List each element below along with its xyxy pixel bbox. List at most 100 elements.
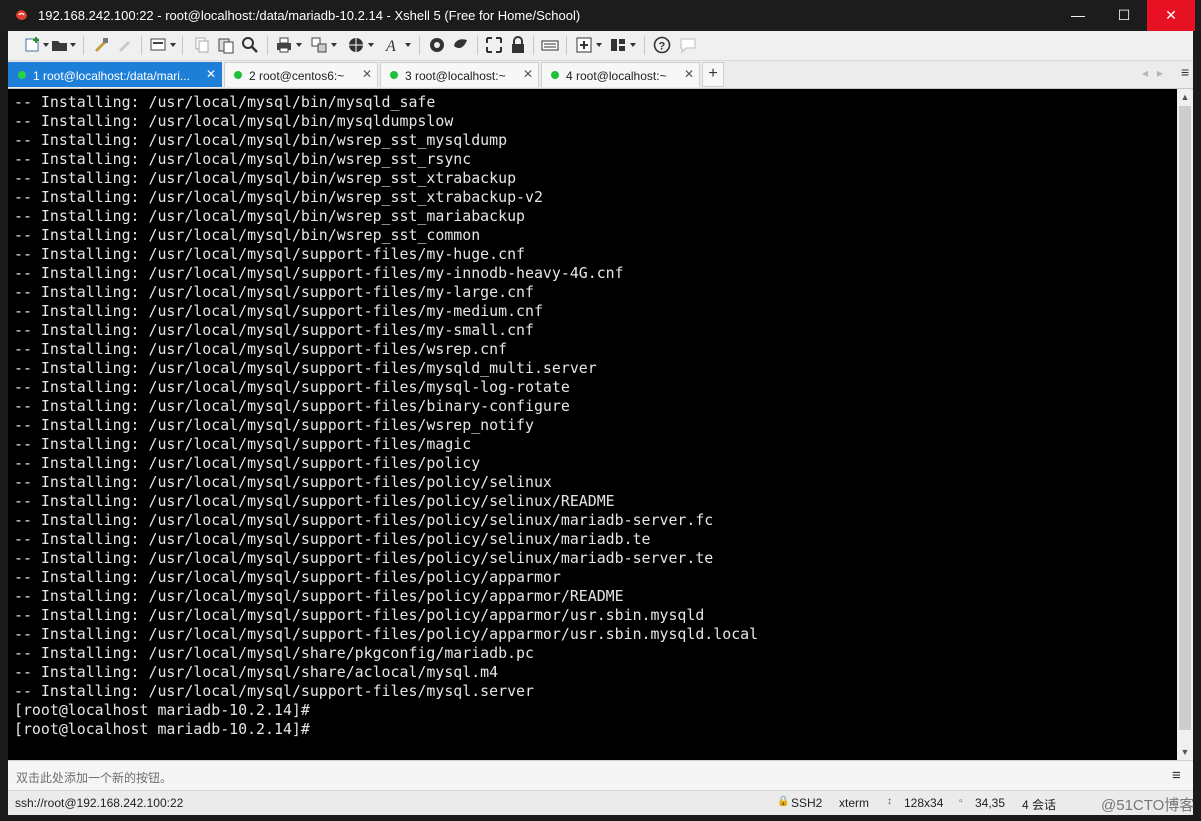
terminal-line: -- Installing: /usr/local/mysql/bin/wsre… (14, 207, 526, 225)
terminal-line: [root@localhost mariadb-10.2.14]# (14, 701, 310, 719)
watermark-text: @51CTO博客 (1101, 797, 1195, 814)
tab-session-2[interactable]: 2 root@centos6:~ ✕ (224, 62, 378, 87)
find-icon[interactable] (241, 36, 259, 54)
chevron-down-icon[interactable] (368, 43, 374, 47)
terminal-line: -- Installing: /usr/local/mysql/support-… (14, 587, 624, 605)
lock-icon[interactable] (509, 36, 527, 54)
tab-label: 3 root@localhost:~ (405, 69, 506, 83)
connection-address: ssh://root@192.168.242.100:22 (15, 796, 184, 810)
help-icon[interactable]: ? (653, 36, 671, 54)
chat-icon[interactable] (679, 36, 697, 54)
quick-command-bar[interactable]: 双击此处添加一个新的按钮。 ≡ (8, 760, 1193, 791)
toolbar-separator (419, 36, 420, 55)
maximize-button[interactable]: ☐ (1101, 0, 1147, 31)
quick-command-menu-icon[interactable]: ≡ (1172, 767, 1181, 784)
tab-next-icon[interactable]: ▸ (1157, 66, 1163, 80)
svg-text:?: ? (659, 41, 666, 53)
toolbar-separator (83, 36, 84, 55)
tab-bar: 1 root@localhost:/data/mari... ✕ 2 root@… (8, 61, 1193, 89)
scroll-up-arrow-icon[interactable]: ▲ (1177, 89, 1193, 105)
transfer-icon[interactable] (310, 36, 328, 54)
tab-session-4[interactable]: 4 root@localhost:~ ✕ (541, 62, 700, 87)
tab-close-icon[interactable]: ✕ (362, 67, 372, 81)
terminal-line: -- Installing: /usr/local/mysql/support-… (14, 606, 705, 624)
minimize-button[interactable]: — (1055, 0, 1101, 31)
connected-status-icon (551, 71, 559, 79)
chevron-down-icon[interactable] (296, 43, 302, 47)
vertical-scrollbar[interactable]: ▲ ▼ (1177, 89, 1193, 760)
terminal-line: -- Installing: /usr/local/mysql/bin/mysq… (14, 112, 454, 130)
tab-close-icon[interactable]: ✕ (684, 67, 694, 81)
resize-icon: ↕ (887, 796, 892, 807)
connected-status-icon (390, 71, 398, 79)
keyboard-icon[interactable] (541, 36, 559, 54)
toolbar-separator (141, 36, 142, 55)
tab-prev-icon[interactable]: ◂ (1142, 66, 1148, 80)
new-tab-button[interactable]: + (702, 62, 724, 87)
terminal-line: -- Installing: /usr/local/mysql/support-… (14, 625, 759, 643)
globe-icon[interactable] (347, 36, 365, 54)
chevron-down-icon[interactable] (331, 43, 337, 47)
title-bar: 192.168.242.100:22 - root@localhost:/dat… (0, 0, 1201, 31)
terminal-line: [root@localhost mariadb-10.2.14]# (14, 720, 310, 738)
chevron-down-icon[interactable] (70, 43, 76, 47)
chevron-down-icon[interactable] (43, 43, 49, 47)
chevron-down-icon[interactable] (630, 43, 636, 47)
scroll-down-arrow-icon[interactable]: ▼ (1177, 744, 1193, 760)
copy-icon[interactable] (193, 36, 211, 54)
layout-icon[interactable] (609, 36, 627, 54)
terminal-size-label: 128x34 (904, 796, 944, 810)
terminal-line: -- Installing: /usr/local/mysql/bin/wsre… (14, 131, 508, 149)
terminal-line: -- Installing: /usr/local/mysql/support-… (14, 549, 714, 567)
terminal-line: -- Installing: /usr/local/mysql/support-… (14, 283, 534, 301)
connected-status-icon (18, 71, 26, 79)
xftp-icon[interactable] (428, 36, 446, 54)
new-session-icon[interactable] (24, 36, 42, 54)
xmanager-icon[interactable] (452, 36, 470, 54)
tab-session-1[interactable]: 1 root@localhost:/data/mari... ✕ (8, 62, 222, 87)
chevron-down-icon[interactable] (170, 43, 176, 47)
terminal-line: -- Installing: /usr/local/mysql/support-… (14, 321, 534, 339)
terminal-line: -- Installing: /usr/local/mysql/support-… (14, 473, 552, 491)
terminal-line: -- Installing: /usr/local/mysql/bin/wsre… (14, 150, 472, 168)
paste-icon[interactable] (217, 36, 235, 54)
disconnect-icon[interactable] (116, 36, 134, 54)
font-icon[interactable]: A (384, 36, 402, 54)
protocol-label: SSH2 (791, 796, 823, 810)
tab-close-icon[interactable]: ✕ (206, 67, 216, 81)
terminal-line: -- Installing: /usr/local/mysql/support-… (14, 245, 526, 263)
terminal-line: -- Installing: /usr/local/mysql/support-… (14, 454, 481, 472)
properties-icon[interactable] (149, 36, 167, 54)
fullscreen-icon[interactable] (485, 36, 503, 54)
terminal-line: -- Installing: /usr/local/mysql/bin/wsre… (14, 188, 543, 206)
scrollbar-thumb[interactable] (1179, 106, 1191, 730)
add-button-icon[interactable] (575, 36, 593, 54)
svg-text:A: A (385, 38, 396, 54)
tab-label: 2 root@centos6:~ (249, 69, 345, 83)
cursor-position-label: 34,35 (975, 796, 1006, 810)
terminal-line: -- Installing: /usr/local/mysql/support-… (14, 416, 534, 434)
terminal-output[interactable]: -- Installing: /usr/local/mysql/bin/mysq… (8, 89, 1177, 760)
terminal-line: -- Installing: /usr/local/mysql/bin/wsre… (14, 169, 517, 187)
terminal-line: -- Installing: /usr/local/mysql/support-… (14, 492, 615, 510)
add-button-hint[interactable]: 双击此处添加一个新的按钮。 (16, 769, 172, 786)
terminal-lines: -- Installing: /usr/local/mysql/bin/mysq… (14, 93, 758, 739)
terminal-line: -- Installing: /usr/local/mysql/support-… (14, 340, 508, 358)
close-button[interactable]: ✕ (1147, 0, 1195, 31)
open-folder-icon[interactable] (51, 36, 69, 54)
chevron-down-icon[interactable] (405, 43, 411, 47)
reconnect-icon[interactable] (92, 36, 110, 54)
print-icon[interactable] (275, 36, 293, 54)
terminal-line: -- Installing: /usr/local/mysql/support-… (14, 435, 472, 453)
terminal-line: -- Installing: /usr/local/mysql/support-… (14, 359, 597, 377)
terminal-line: -- Installing: /usr/local/mysql/support-… (14, 530, 651, 548)
terminal-line: -- Installing: /usr/local/mysql/support-… (14, 511, 714, 529)
lock-status-icon: 🔒 (777, 796, 790, 807)
tab-close-icon[interactable]: ✕ (523, 67, 533, 81)
xshell-logo-icon (16, 10, 27, 20)
terminal-line: -- Installing: /usr/local/mysql/bin/wsre… (14, 226, 481, 244)
tab-list-menu-icon[interactable]: ≡ (1181, 64, 1195, 80)
terminal-type-label: xterm (839, 796, 869, 810)
chevron-down-icon[interactable] (596, 43, 602, 47)
tab-session-3[interactable]: 3 root@localhost:~ ✕ (380, 62, 539, 87)
